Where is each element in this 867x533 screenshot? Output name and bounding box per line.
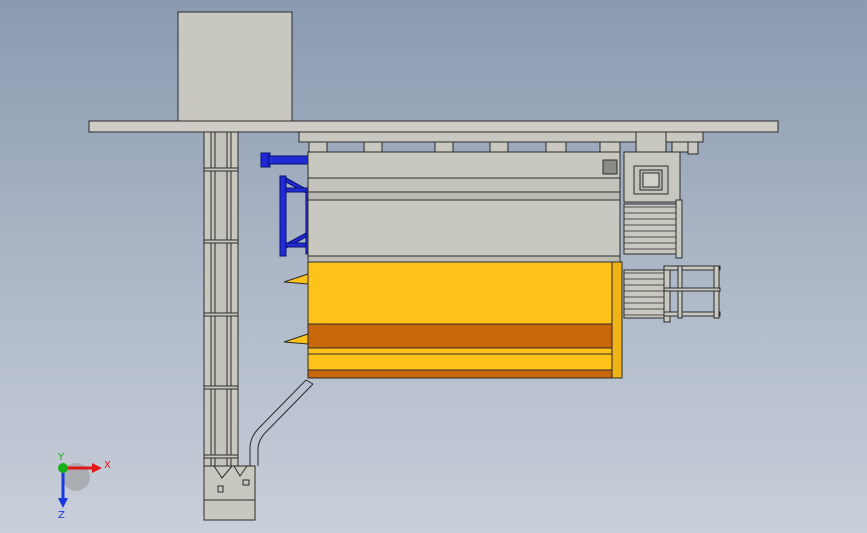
x-axis-label: X	[104, 460, 111, 471]
z-axis-label: Z	[58, 510, 65, 521]
elevator-boot[interactable]	[203, 465, 256, 521]
z-axis-arrow-icon	[58, 498, 68, 508]
top-platform-beam[interactable]	[88, 120, 779, 133]
coil-assembly-upper[interactable]	[623, 199, 683, 259]
hopper-body[interactable]	[307, 261, 623, 379]
discharge-pipe[interactable]	[249, 379, 314, 466]
coil-assembly-lower[interactable]	[623, 265, 671, 323]
bucket-elevator[interactable]	[203, 131, 239, 467]
coordinate-triad: X Y Z	[57, 452, 111, 521]
inspection-port[interactable]	[602, 159, 618, 175]
y-axis-label: Y	[57, 452, 65, 463]
upper-housing[interactable]	[307, 151, 621, 263]
y-axis-dot-icon	[58, 463, 68, 473]
drive-housing[interactable]	[177, 11, 293, 122]
cad-viewport[interactable]: X Y Z	[0, 0, 867, 533]
hopper-supports	[283, 273, 309, 345]
blue-inlet-bracket[interactable]	[260, 152, 313, 257]
model-drawing[interactable]: X Y Z	[0, 0, 867, 533]
right-handrail[interactable]	[663, 265, 721, 319]
x-axis-arrow-icon	[92, 463, 102, 473]
